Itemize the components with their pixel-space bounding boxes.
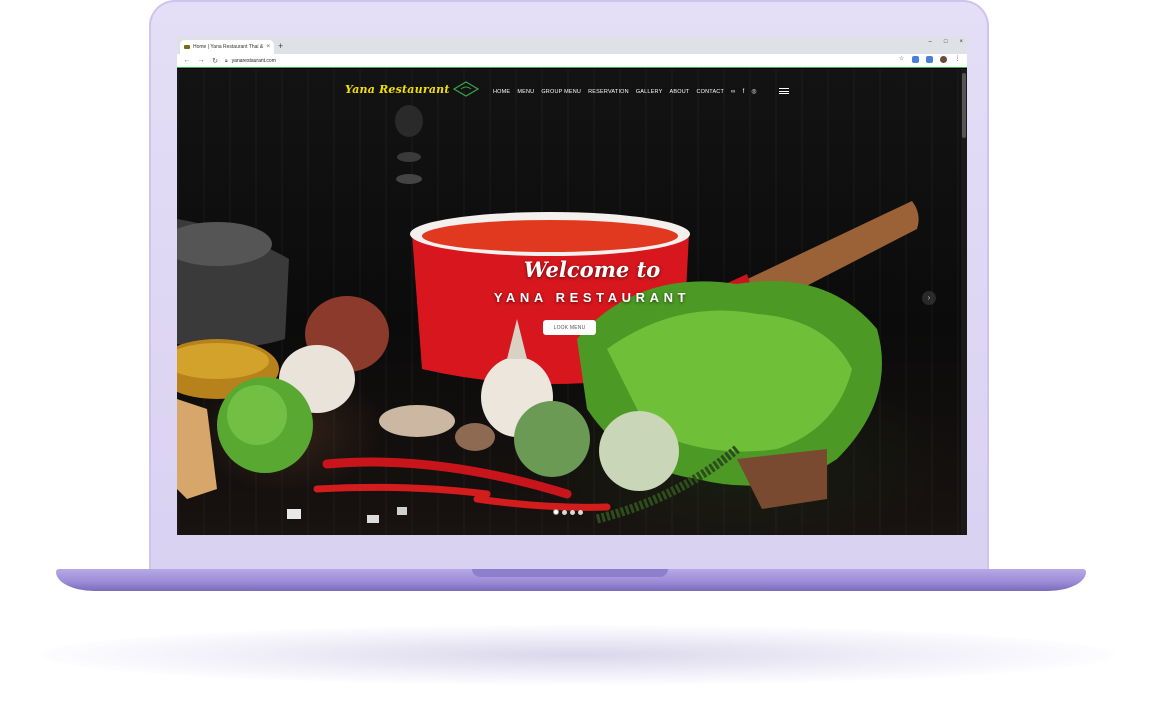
ginger-root bbox=[177, 399, 217, 499]
maximize-button[interactable]: □ bbox=[944, 39, 948, 45]
pepper-grinder-band bbox=[397, 152, 421, 162]
look-menu-button[interactable]: LOOK MENU bbox=[543, 320, 596, 335]
browser-tab-bar: Home | Yana Restaurant Thai & S × + – □ … bbox=[177, 37, 967, 54]
nav-menu[interactable]: MENU bbox=[517, 89, 534, 95]
main-navigation: HOME MENU GROUP MENU RESERVATION GALLERY… bbox=[493, 88, 757, 96]
mushroom bbox=[379, 405, 455, 437]
nav-about[interactable]: ABOUT bbox=[670, 89, 690, 95]
laptop-notch bbox=[472, 569, 668, 577]
logo-badge-icon[interactable] bbox=[453, 81, 479, 97]
slider-dot[interactable] bbox=[553, 509, 559, 515]
favicon-icon bbox=[184, 45, 190, 49]
thai-eggplant bbox=[599, 411, 679, 491]
tab-close-icon[interactable]: × bbox=[266, 44, 270, 50]
slider-dot[interactable] bbox=[578, 509, 583, 515]
nav-home[interactable]: HOME bbox=[493, 89, 510, 95]
back-icon[interactable]: ← bbox=[183, 57, 191, 64]
lock-icon: 🔒︎ bbox=[225, 57, 228, 64]
scrollbar-thumb[interactable] bbox=[962, 73, 966, 138]
forward-icon[interactable]: → bbox=[197, 57, 205, 64]
pepper-grinder-band bbox=[396, 174, 422, 184]
reload-icon[interactable]: ↻ bbox=[211, 57, 219, 65]
page-scrollbar[interactable] bbox=[961, 69, 967, 535]
facebook-icon[interactable]: f bbox=[743, 89, 745, 95]
nav-reservation[interactable]: RESERVATION bbox=[588, 89, 629, 95]
toolbar-right-icons: ☆ ⋮ bbox=[898, 56, 961, 63]
extension-icon[interactable] bbox=[926, 56, 933, 63]
nav-gallery[interactable]: GALLERY bbox=[636, 89, 663, 95]
slider-dots bbox=[553, 509, 583, 515]
tomato-soup bbox=[422, 220, 678, 252]
salt-crystal bbox=[397, 507, 407, 515]
red-chili bbox=[473, 495, 611, 511]
window-controls: – □ × bbox=[929, 39, 963, 45]
instagram-icon[interactable]: ◎ bbox=[751, 88, 756, 95]
salt-crystal bbox=[367, 515, 379, 523]
pepper-grinder bbox=[395, 105, 423, 137]
tab-title: Home | Yana Restaurant Thai & S bbox=[193, 44, 265, 50]
laptop-shadow bbox=[40, 625, 1114, 685]
thai-eggplant bbox=[514, 401, 590, 477]
url-text: yanarestaurant.com bbox=[231, 57, 276, 64]
slider-next-arrow-icon[interactable]: › bbox=[922, 291, 936, 305]
laptop-screen: Home | Yana Restaurant Thai & S × + – □ … bbox=[177, 37, 967, 535]
web-page: Yana Restaurant HOME MENU GROUP MENU RES… bbox=[177, 69, 967, 535]
browser-toolbar: ← → ↻ ⌂ 🔒︎ yanarestaurant.com ☆ ⋮ bbox=[177, 54, 967, 68]
hero-title: YANA RESTAURANT bbox=[493, 290, 691, 305]
mushroom-cap bbox=[455, 423, 495, 451]
address-bar[interactable]: 🔒︎ yanarestaurant.com bbox=[225, 55, 885, 66]
wooden-board bbox=[737, 449, 827, 509]
hamburger-menu-icon[interactable] bbox=[779, 88, 789, 94]
red-chili bbox=[313, 483, 491, 498]
browser-tab[interactable]: Home | Yana Restaurant Thai & S × bbox=[180, 40, 274, 54]
extension-icon[interactable] bbox=[912, 56, 919, 63]
kebab-menu-icon[interactable]: ⋮ bbox=[954, 56, 961, 63]
new-tab-button[interactable]: + bbox=[278, 40, 283, 52]
site-logo[interactable]: Yana Restaurant bbox=[345, 83, 450, 96]
salt-crystal bbox=[287, 509, 301, 519]
hero-welcome: Welcome to bbox=[523, 257, 661, 282]
profile-avatar-icon[interactable] bbox=[940, 56, 947, 63]
slider-dot[interactable] bbox=[562, 509, 567, 515]
minimize-button[interactable]: – bbox=[929, 39, 932, 45]
tripadvisor-icon[interactable]: ∞ bbox=[731, 89, 735, 95]
nav-group-menu[interactable]: GROUP MENU bbox=[541, 89, 581, 95]
lime-highlight bbox=[227, 385, 287, 445]
slider-dot[interactable] bbox=[570, 509, 575, 515]
star-icon[interactable]: ☆ bbox=[898, 56, 905, 63]
close-window-button[interactable]: × bbox=[959, 39, 963, 45]
nav-contact[interactable]: CONTACT bbox=[696, 89, 724, 95]
